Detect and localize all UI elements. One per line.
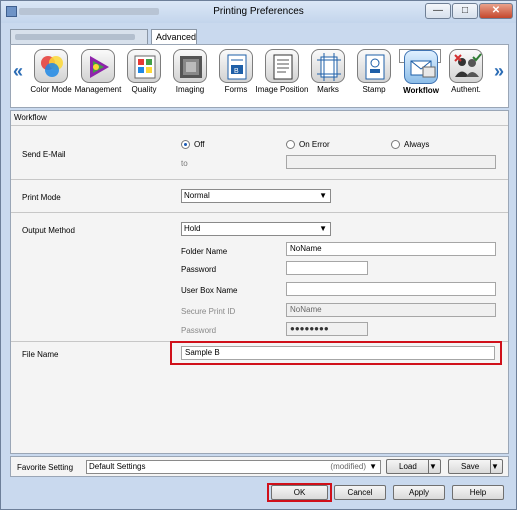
forms-icon: B — [219, 49, 253, 83]
stamp-icon — [357, 49, 391, 83]
ok-button[interactable]: OK — [271, 485, 328, 500]
password-field[interactable] — [286, 261, 368, 275]
workflow-panel: Workflow Send E-Mail Off On Error Always… — [10, 110, 509, 454]
radio-icon — [286, 140, 295, 150]
folder-name-label: Folder Name — [181, 247, 228, 256]
maximize-button[interactable]: □ — [452, 3, 478, 19]
toolbar-item-image-position[interactable]: Image Position — [256, 49, 308, 107]
imaging-icon — [173, 49, 207, 83]
title-bar: Printing Preferences — □ ✕ — [1, 1, 516, 23]
radio-label: On Error — [299, 140, 330, 149]
chevron-down-icon[interactable]: ▼ — [490, 460, 502, 473]
radio-selected-icon — [181, 140, 190, 150]
secure-password-field[interactable]: ●●●●●●●● — [286, 322, 368, 336]
output-method-label: Output Method — [22, 226, 75, 235]
toolbar-item-marks[interactable]: Marks — [307, 49, 349, 107]
toolbar-item-workflow[interactable]: Workflow — [399, 49, 441, 95]
radio-label: Off — [194, 140, 205, 149]
toolbar-item-quality[interactable]: Quality — [123, 49, 165, 107]
divider — [11, 179, 508, 180]
chevron-down-icon: ▼ — [369, 462, 377, 471]
favorite-setting-select[interactable]: Default Settings (modified) ▼ — [86, 460, 381, 474]
category-toolbar: « Color Mode Management Quality Imaging — [10, 44, 509, 108]
divider — [11, 212, 508, 213]
folder-name-field[interactable]: NoName — [286, 242, 496, 256]
toolbar-item-color-mode[interactable]: Color Mode — [30, 49, 72, 107]
toolbar-item-imaging[interactable]: Imaging — [169, 49, 211, 107]
password-label: Password — [181, 265, 217, 274]
close-button[interactable]: ✕ — [479, 3, 513, 19]
email-to-field[interactable] — [286, 155, 496, 169]
management-icon — [81, 49, 115, 83]
load-button[interactable]: Load ▼ — [386, 459, 441, 474]
toolbar-item-authentication[interactable]: Authent. — [445, 49, 487, 107]
secure-password-label: Password — [181, 326, 217, 335]
send-email-always-radio[interactable]: Always — [391, 140, 429, 150]
authentication-icon — [449, 49, 483, 83]
toolbar-item-label: Authent. — [451, 85, 481, 94]
minimize-button[interactable]: — — [425, 3, 451, 19]
tab-advanced[interactable]: Advanced — [151, 29, 197, 45]
output-method-select[interactable]: Hold ▼ — [181, 222, 331, 236]
image-position-icon — [265, 49, 299, 83]
favorite-setting-bar: Favorite Setting Default Settings (modif… — [10, 456, 509, 477]
workflow-icon — [404, 50, 438, 84]
secure-print-id-field[interactable]: NoName — [286, 303, 496, 317]
modified-indicator: (modified) — [330, 462, 366, 471]
load-button-label: Load — [399, 462, 417, 471]
radio-label: Always — [404, 140, 430, 149]
favorite-setting-label: Favorite Setting — [17, 463, 74, 472]
toolbar-item-forms[interactable]: B Forms — [215, 49, 257, 107]
help-button[interactable]: Help — [452, 485, 504, 500]
email-to-label: to — [181, 159, 188, 168]
save-button[interactable]: Save ▼ — [448, 459, 503, 474]
toolbar-item-stamp[interactable]: Stamp — [353, 49, 395, 107]
scroll-right-icon[interactable]: » — [494, 61, 504, 82]
divider — [11, 125, 508, 126]
toolbar-item-management[interactable]: Management — [75, 49, 121, 107]
apply-button[interactable]: Apply — [393, 485, 445, 500]
marks-icon — [311, 49, 345, 83]
tab-basic[interactable] — [10, 29, 148, 44]
radio-icon — [391, 140, 400, 150]
print-mode-select[interactable]: Normal ▼ — [181, 189, 331, 203]
favorite-setting-value: Default Settings — [89, 462, 146, 471]
output-method-value: Hold — [184, 224, 201, 233]
scroll-left-icon[interactable]: « — [13, 61, 23, 82]
quality-icon — [127, 49, 161, 83]
chevron-down-icon: ▼ — [319, 191, 327, 200]
file-name-field[interactable]: Sample B — [181, 346, 495, 360]
printing-preferences-window: Printing Preferences — □ ✕ Advanced « Co… — [0, 0, 517, 510]
chevron-down-icon[interactable]: ▼ — [428, 460, 440, 473]
user-box-name-field[interactable] — [286, 282, 496, 296]
save-button-label: Save — [461, 462, 480, 471]
chevron-down-icon: ▼ — [319, 224, 327, 233]
print-mode-value: Normal — [184, 191, 210, 200]
svg-text:B: B — [234, 68, 239, 75]
print-mode-label: Print Mode — [22, 193, 61, 202]
send-email-off-radio[interactable]: Off — [181, 140, 205, 150]
panel-heading: Workflow — [14, 113, 47, 122]
cancel-button[interactable]: Cancel — [334, 485, 386, 500]
user-box-name-label: User Box Name — [181, 286, 238, 295]
send-email-label: Send E-Mail — [22, 150, 66, 159]
send-email-on-error-radio[interactable]: On Error — [286, 140, 330, 150]
secure-print-id-label: Secure Print ID — [181, 307, 236, 316]
file-name-label: File Name — [22, 350, 59, 359]
tab-label-blurred — [15, 34, 135, 40]
color-mode-icon — [34, 49, 68, 83]
